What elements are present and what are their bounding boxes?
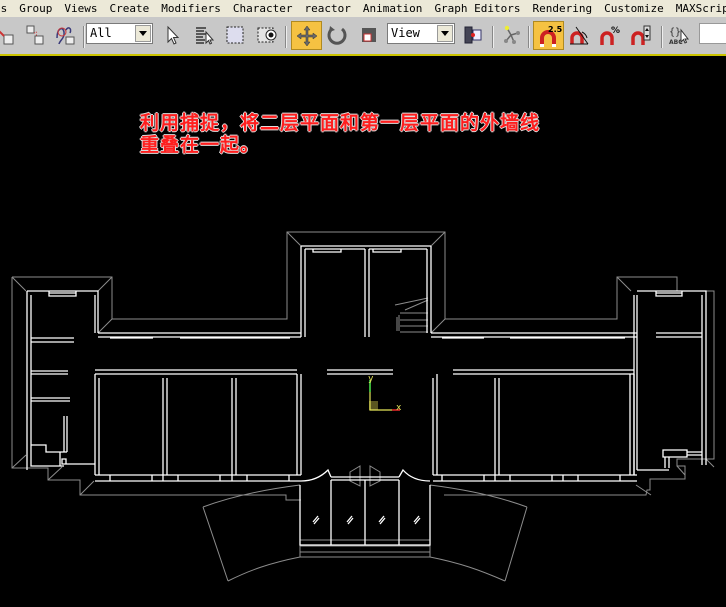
snaps-toggle-button[interactable]: 2.5 [533, 21, 564, 50]
left-wing-walls [26, 290, 99, 470]
manipulate-icon [504, 25, 520, 44]
south-wall-right [433, 474, 637, 482]
left-wing-window [48, 291, 77, 297]
annotation-line-2: 重叠在一起。 [140, 134, 261, 156]
menu-tools[interactable]: ls [0, 2, 13, 15]
unlink-selection-button[interactable] [22, 22, 48, 48]
main-toolbar: All View 2.5 % {} ABC [0, 17, 726, 56]
center-block-walls [300, 245, 432, 337]
link-icon [0, 30, 14, 45]
menu-group[interactable]: Group [13, 2, 58, 15]
angle-snap-icon [570, 26, 589, 45]
window-crossing-button[interactable] [254, 22, 280, 48]
y-axis-label: y [368, 374, 374, 384]
select-by-name-icon [196, 27, 215, 45]
ground-floor-walls [26, 245, 707, 546]
manipulate-button[interactable] [498, 22, 524, 48]
left-bottom-notch [59, 452, 95, 466]
menu-maxscript[interactable]: MAXScript [670, 2, 726, 15]
menu-modifiers[interactable]: Modifiers [155, 2, 227, 15]
select-and-move-button[interactable] [291, 21, 322, 50]
percent-snap-toggle-button[interactable]: % [597, 22, 623, 48]
reference-coordinate-value: View [391, 26, 420, 40]
x-axis-label: x [396, 403, 402, 413]
entrance-vestibule [299, 468, 431, 546]
axis-gizmo: y x [368, 374, 402, 413]
menu-character[interactable]: Character [227, 2, 299, 15]
magnet-snap-icon: 2.5 [539, 25, 562, 47]
named-selection-input[interactable] [699, 23, 726, 44]
cursor-arrow-icon [167, 25, 180, 45]
left-wing-bottom-chamfer [11, 454, 95, 496]
glass-marks [312, 515, 421, 525]
angle-snap-toggle-button[interactable] [566, 22, 592, 48]
stair-flight [404, 299, 429, 311]
rectangular-selection-region-button[interactable] [222, 22, 248, 48]
rotate-icon [327, 26, 347, 45]
menu-reactor[interactable]: reactor [298, 2, 356, 15]
spinner-snap-icon [631, 25, 651, 45]
select-object-button[interactable] [160, 22, 186, 48]
stair-lines [394, 297, 429, 333]
percent-snap-icon: % [600, 26, 620, 45]
menu-customize[interactable]: Customize [598, 2, 670, 15]
chevron-down-icon[interactable] [437, 25, 453, 42]
move-arrows-icon [296, 25, 317, 46]
south-corridor-wall [95, 369, 634, 375]
bind-to-space-warp-button[interactable] [52, 22, 78, 48]
room-walls-left [94, 374, 302, 475]
selection-filter-value: All [90, 26, 112, 40]
select-by-name-button[interactable] [191, 22, 217, 48]
toolbar-separator [661, 26, 663, 48]
menu-rendering[interactable]: Rendering [527, 2, 599, 15]
spinner-snap-toggle-button[interactable] [628, 22, 654, 48]
right-wing-walls [633, 290, 707, 475]
annotation-text: 利用捕捉，将二层平面和第一层平面的外墙线 重叠在一起。 [140, 112, 540, 156]
menu-graph-editors[interactable]: Graph Editors [428, 2, 526, 15]
menu-bar: ls Group Views Create Modifiers Characte… [0, 0, 726, 18]
rectangle-selection-icon [226, 26, 244, 44]
use-pivot-center-button[interactable] [460, 22, 486, 48]
chevron-down-icon[interactable] [135, 25, 151, 42]
curved-platform-right [429, 484, 528, 582]
scale-icon [362, 28, 376, 42]
select-and-link-button[interactable] [0, 22, 18, 48]
svg-text:{}: {} [669, 27, 681, 38]
pivot-center-icon [464, 26, 482, 44]
south-wall-left [95, 474, 301, 482]
menu-views[interactable]: Views [58, 2, 103, 15]
toolbar-separator [83, 26, 85, 48]
north-corridor-wall [98, 332, 301, 339]
edit-named-selection-sets-button[interactable]: {} ABC [666, 22, 692, 48]
svg-text:%: % [611, 26, 620, 36]
select-and-rotate-button[interactable] [324, 22, 350, 48]
selection-filter-dropdown[interactable]: All [86, 23, 153, 44]
curved-platform [202, 484, 301, 582]
toolbar-separator [528, 26, 530, 48]
space-warp-icon [56, 27, 75, 45]
left-wing-chamfer [11, 231, 632, 334]
room-walls-right [432, 374, 635, 475]
reference-coordinate-dropdown[interactable]: View [387, 23, 455, 44]
upper-floor-outline [11, 231, 715, 582]
window-crossing-icon [257, 27, 277, 43]
unlink-icon [26, 25, 44, 45]
stair-rail [396, 315, 400, 331]
select-and-scale-button[interactable] [356, 22, 382, 48]
menu-animation[interactable]: Animation [357, 2, 429, 15]
named-selection-icon: {}ABC [669, 27, 690, 46]
north-corridor-wall-right [431, 332, 637, 339]
annotation-line-1: 利用捕捉，将二层平面和第一层平面的外墙线 [140, 112, 541, 134]
menu-create[interactable]: Create [104, 2, 156, 15]
toolbar-separator [492, 26, 494, 48]
viewport-top[interactable]: y x 利用捕捉，将二层平面和第一层平面的外墙线 重叠在一起。 [0, 58, 726, 607]
toolbar-separator [285, 26, 287, 48]
snap-value-label: 2.5 [548, 25, 562, 34]
outer-roof-outline [12, 231, 715, 496]
